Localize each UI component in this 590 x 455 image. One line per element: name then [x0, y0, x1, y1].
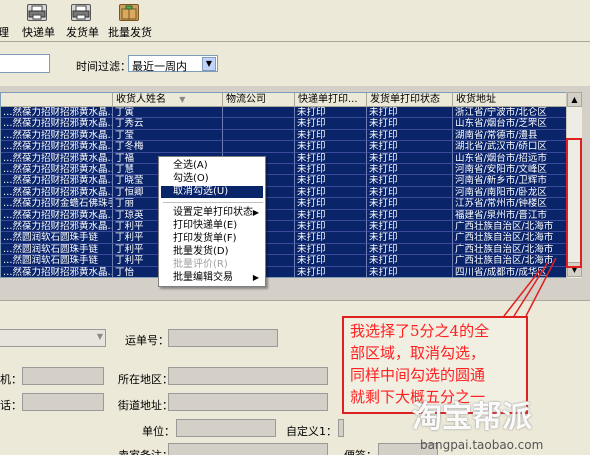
watermark-logo-text: 淘宝帮派	[412, 400, 532, 435]
annotation-line: 部区域，取消勾选，	[350, 344, 486, 362]
annotation-line: 我选择了5分之4的全	[350, 322, 490, 340]
annotation-line: 同样中间勾选的圆通	[350, 366, 486, 384]
watermark-url: bangpai.taobao.com	[420, 438, 544, 452]
annotation-arrow-line	[503, 269, 541, 317]
annotation-arrow-line	[525, 257, 557, 317]
